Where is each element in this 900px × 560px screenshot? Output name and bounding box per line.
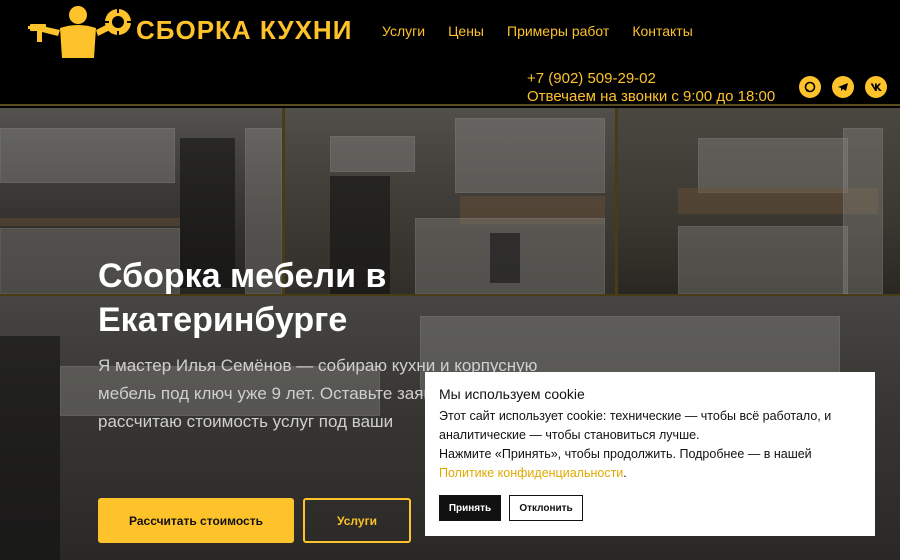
phone-number[interactable]: +7 (902) 509-29-02 [527,70,656,87]
cookie-banner: Мы используем cookie Этот сайт используе… [425,372,875,536]
hero-title: Сборка мебели в Екатеринбурге [98,257,387,339]
cookie-text: Этот сайт использует cookie: технические… [439,407,861,483]
calculate-cost-button[interactable]: Рассчитать стоимость [98,498,294,543]
cookie-text-line2: Нажмите «Принять», чтобы продолжить. Под… [439,447,812,461]
social-links [799,76,887,98]
whatsapp-icon[interactable] [799,76,821,98]
nav-link-contacts[interactable]: Контакты [632,23,692,39]
main-nav: Услуги Цены Примеры работ Контакты [382,23,693,39]
worker-with-drill-icon[interactable] [28,4,132,58]
decline-cookies-button[interactable]: Отклонить [509,495,583,521]
nav-link-services[interactable]: Услуги [382,23,425,39]
cookie-text-end: . [623,466,627,480]
vk-icon[interactable] [865,76,887,98]
cookie-actions: Принять Отклонить [439,495,583,521]
working-hours: Отвечаем на звонки с 9:00 до 18:00 [527,88,776,105]
cookie-title: Мы используем cookie [439,386,585,402]
nav-link-prices[interactable]: Цены [448,23,484,39]
accept-cookies-button[interactable]: Принять [439,495,501,521]
telegram-icon[interactable] [832,76,854,98]
site-header: СБОРКА КУХНИ Услуги Цены Примеры работ К… [0,0,900,106]
cookie-text-line1: Этот сайт использует cookie: технические… [439,409,832,442]
privacy-policy-link[interactable]: Политике конфиденциальности [439,466,623,480]
nav-link-portfolio[interactable]: Примеры работ [507,23,609,39]
services-button[interactable]: Услуги [303,498,411,543]
brand-name[interactable]: СБОРКА КУХНИ [136,15,352,46]
